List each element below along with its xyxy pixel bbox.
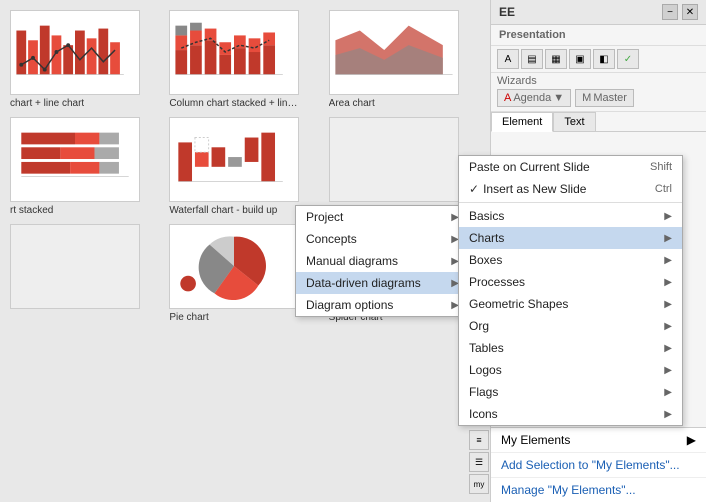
menu-item-manual-label: Manual diagrams	[306, 254, 451, 268]
tb-btn-1[interactable]: A	[497, 49, 519, 69]
thumb-label-area: Area chart	[329, 98, 375, 109]
menu-item-logos[interactable]: Logos ▶	[459, 359, 682, 381]
thumb-label-waterfall: Waterfall chart - build up	[169, 205, 277, 216]
panel-title: EE	[499, 5, 515, 19]
menu-item-icons[interactable]: Icons ▶	[459, 403, 682, 425]
panel-header: EE − ✕	[491, 0, 706, 25]
menu-item-geometric[interactable]: Geometric Shapes ▶	[459, 293, 682, 315]
menu-item-basics-label: Basics	[469, 209, 664, 223]
thumb-item-empty2	[10, 224, 161, 323]
menu-item-paste-label: Paste on Current Slide	[469, 160, 650, 174]
thumb-item-waterfall[interactable]: Waterfall chart - build up	[169, 117, 320, 216]
context-menu-2: Paste on Current Slide Shift ✓ Insert as…	[458, 155, 683, 426]
my-elements-label: My Elements	[501, 433, 570, 447]
menu-item-paste[interactable]: Paste on Current Slide Shift	[459, 156, 682, 178]
menu-item-concepts[interactable]: Concepts ▶	[296, 228, 469, 250]
master-label: Master	[593, 92, 627, 104]
menu-item-data-driven[interactable]: Data-driven diagrams ▶	[296, 272, 469, 294]
tabs-row: Element Text	[491, 112, 706, 132]
side-icon-2[interactable]: ☰	[469, 452, 489, 472]
menu-item-insert[interactable]: ✓ Insert as New Slide Ctrl	[459, 178, 682, 200]
menu-item-charts-label: Charts	[469, 231, 664, 245]
wizards-label: Wizards	[497, 75, 537, 87]
menu-item-insert-label: Insert as New Slide	[483, 182, 655, 196]
manage-item[interactable]: Manage "My Elements"...	[491, 478, 706, 502]
presentation-toolbar: A ▤ ▦ ▣ ◧ ✓	[491, 46, 706, 73]
menu-item-tables-arrow: ▶	[664, 343, 672, 354]
menu-item-tables[interactable]: Tables ▶	[459, 337, 682, 359]
agenda-icon: A	[504, 92, 511, 104]
side-icon-1[interactable]: ≡	[469, 430, 489, 450]
thumb-label-pie: Pie chart	[169, 312, 208, 323]
menu-item-boxes-arrow: ▶	[664, 255, 672, 266]
thumb-item-area[interactable]: Area chart	[329, 10, 480, 109]
close-button[interactable]: ✕	[682, 4, 698, 20]
menu-item-charts-arrow: ▶	[664, 233, 672, 244]
menu-item-project[interactable]: Project ▶	[296, 206, 469, 228]
tab-text[interactable]: Text	[553, 112, 595, 131]
agenda-label: Agenda	[513, 92, 551, 104]
menu-item-boxes-label: Boxes	[469, 253, 664, 267]
thumb-item-col-stacked[interactable]: Column chart stacked + line...	[169, 10, 320, 109]
menu-item-org-label: Org	[469, 319, 664, 333]
menu-item-logos-arrow: ▶	[664, 365, 672, 376]
thumb-label-bar-stacked: rt stacked	[10, 205, 53, 216]
master-icon: M	[582, 92, 591, 104]
menu-item-processes-arrow: ▶	[664, 277, 672, 288]
menu-item-icons-arrow: ▶	[664, 409, 672, 420]
thumb-label-bar-line: chart + line chart	[10, 98, 84, 109]
menu-item-diagram-options[interactable]: Diagram options ▶	[296, 294, 469, 316]
menu-item-geometric-label: Geometric Shapes	[469, 297, 664, 311]
menu-item-tables-label: Tables	[469, 341, 664, 355]
menu-item-paste-shortcut: Shift	[650, 161, 672, 173]
menu-item-basics-arrow: ▶	[664, 211, 672, 222]
tb-btn-4[interactable]: ▣	[569, 49, 591, 69]
menu-item-basics[interactable]: Basics ▶	[459, 205, 682, 227]
menu-item-flags-label: Flags	[469, 385, 664, 399]
tb-btn-check[interactable]: ✓	[617, 49, 639, 69]
add-selection-item[interactable]: Add Selection to "My Elements"...	[491, 453, 706, 478]
menu-item-charts[interactable]: Charts ▶	[459, 227, 682, 249]
wizard-buttons: A Agenda ▼ M Master	[497, 87, 700, 109]
tb-btn-2[interactable]: ▤	[521, 49, 543, 69]
context-menu-1: Project ▶ Concepts ▶ Manual diagrams ▶ D…	[295, 205, 470, 317]
menu-divider-1	[459, 202, 682, 203]
menu-item-manual[interactable]: Manual diagrams ▶	[296, 250, 469, 272]
menu-item-diagram-options-label: Diagram options	[306, 298, 451, 312]
menu-item-org[interactable]: Org ▶	[459, 315, 682, 337]
thumb-label-col-stacked: Column chart stacked + line...	[169, 98, 299, 109]
menu-item-boxes[interactable]: Boxes ▶	[459, 249, 682, 271]
menu-item-processes-label: Processes	[469, 275, 664, 289]
menu-item-logos-label: Logos	[469, 363, 664, 377]
menu-item-project-label: Project	[306, 210, 451, 224]
my-elements-item[interactable]: My Elements ▶	[491, 428, 706, 453]
minimize-button[interactable]: −	[662, 4, 678, 20]
panel-controls: − ✕	[662, 4, 698, 20]
tab-element[interactable]: Element	[491, 112, 553, 132]
insert-check-icon: ✓	[469, 182, 479, 196]
menu-item-geometric-arrow: ▶	[664, 299, 672, 310]
tb-btn-5[interactable]: ◧	[593, 49, 615, 69]
menu-item-data-driven-label: Data-driven diagrams	[306, 276, 451, 290]
presentation-section: Presentation	[491, 25, 706, 46]
tb-btn-3[interactable]: ▦	[545, 49, 567, 69]
master-button[interactable]: M Master	[575, 89, 634, 107]
agenda-button[interactable]: A Agenda ▼	[497, 89, 571, 107]
menu-item-flags[interactable]: Flags ▶	[459, 381, 682, 403]
thumb-item-bar-line[interactable]: chart + line chart	[10, 10, 161, 109]
my-elements-arrow: ▶	[687, 433, 696, 447]
manage-label: Manage "My Elements"...	[501, 483, 636, 497]
menu-item-org-arrow: ▶	[664, 321, 672, 332]
side-icon-3[interactable]: my	[469, 474, 489, 494]
agenda-arrow: ▼	[553, 92, 564, 104]
menu-item-concepts-label: Concepts	[306, 232, 451, 246]
wizards-section: Wizards A Agenda ▼ M Master	[491, 73, 706, 112]
menu-item-processes[interactable]: Processes ▶	[459, 271, 682, 293]
menu-item-flags-arrow: ▶	[664, 387, 672, 398]
thumb-item-bar-stacked[interactable]: rt stacked	[10, 117, 161, 216]
menu-item-icons-label: Icons	[469, 407, 664, 421]
add-selection-label: Add Selection to "My Elements"...	[501, 458, 680, 472]
menu-item-insert-shortcut: Ctrl	[655, 183, 672, 195]
